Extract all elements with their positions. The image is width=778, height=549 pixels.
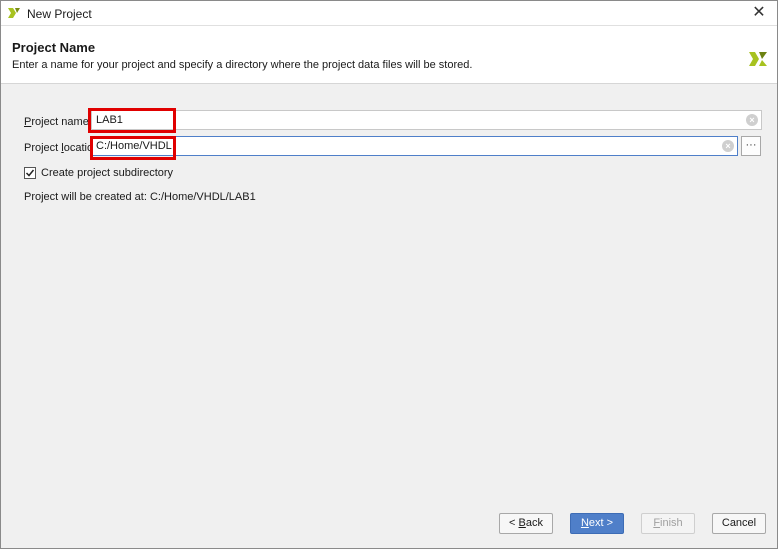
close-icon: ✕	[752, 4, 766, 21]
next-button[interactable]: Next >	[570, 513, 624, 534]
page-description: Enter a name for your project and specif…	[12, 59, 473, 71]
back-button[interactable]: < Back	[499, 513, 553, 534]
project-name-label: Project name:	[24, 116, 92, 128]
checkmark-icon	[25, 169, 35, 177]
title-bar: New Project ✕	[1, 1, 777, 26]
created-at-text: Project will be created at: C:/Home/VHDL…	[24, 191, 256, 203]
project-name-input[interactable]	[96, 112, 739, 128]
window-title: New Project	[27, 7, 92, 21]
project-location-input[interactable]	[96, 138, 715, 154]
close-button[interactable]: ✕	[749, 3, 769, 23]
create-subdirectory-checkbox[interactable]	[24, 167, 36, 179]
finish-button[interactable]: Finish	[641, 513, 695, 534]
project-location-field[interactable]: ×	[91, 136, 738, 156]
created-at-label: Project will be created at:	[24, 191, 147, 203]
browse-location-button[interactable]: ···	[741, 136, 761, 156]
new-project-window: New Project ✕ Project Name Enter a name …	[0, 0, 778, 549]
wizard-header: Project Name Enter a name for your proje…	[1, 26, 777, 84]
vivado-logo-icon	[8, 8, 20, 18]
xilinx-logo-icon	[749, 52, 767, 66]
created-at-path: C:/Home/VHDL/LAB1	[149, 191, 256, 203]
wizard-content: Project name: × Project location: × ··· …	[1, 85, 777, 495]
cancel-button[interactable]: Cancel	[712, 513, 766, 534]
project-name-field[interactable]: ×	[91, 110, 762, 130]
create-subdirectory-label[interactable]: Create project subdirectory	[41, 167, 173, 179]
clear-field-icon[interactable]: ×	[746, 114, 758, 126]
page-title: Project Name	[12, 40, 96, 55]
clear-field-icon[interactable]: ×	[722, 140, 734, 152]
wizard-footer: < Back Next > Finish Cancel	[1, 495, 777, 548]
